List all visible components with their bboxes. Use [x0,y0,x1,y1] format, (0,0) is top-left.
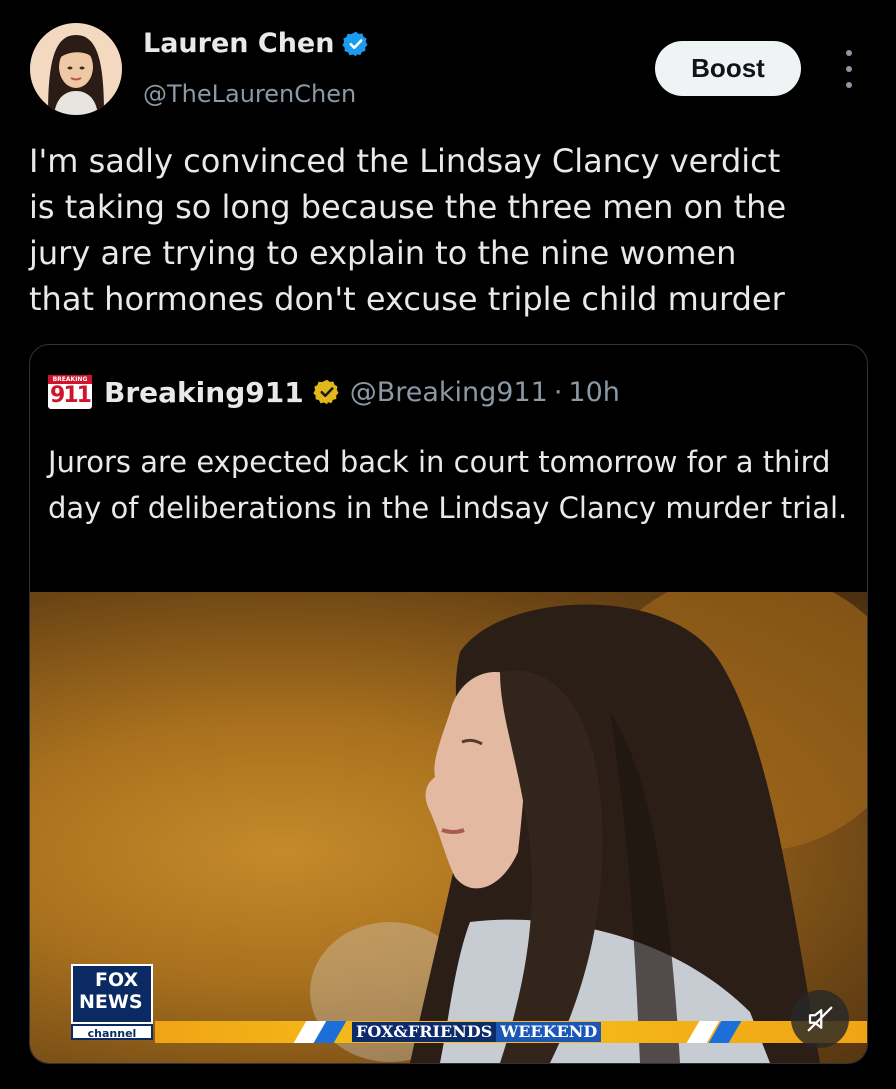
verified-gold-badge-icon [313,378,341,406]
volume-muted-icon[interactable] [791,990,849,1048]
fox-news-logo: FOX NEWS channel [71,964,153,1042]
quoted-tweet-text: Jurors are expected back in court tomorr… [48,445,848,525]
tweet-text: I'm sadly convinced the Lindsay Clancy v… [29,142,787,318]
separator-dot: · [553,376,563,408]
video-frame-image [310,592,867,1063]
lower-third-banner: FOX&FRIENDS WEEKEND [155,1021,867,1043]
fox-logo-line2: NEWS [79,991,143,1013]
author-avatar[interactable] [30,23,122,115]
quoted-author-name[interactable]: Breaking911 [104,376,304,409]
quoted-tweet-card[interactable]: BREAKING 911 Breaking911 @Breaking911 · … [29,344,868,1064]
author-name-row[interactable]: Lauren Chen [143,28,370,59]
boost-button[interactable]: Boost [655,41,801,96]
verified-badge-icon [342,30,370,58]
more-vertical-icon[interactable] [836,50,862,88]
breaking911-logo[interactable]: BREAKING 911 [48,375,92,409]
show-title: FOX&FRIENDS WEEKEND [348,1022,605,1042]
logo-number: 911 [50,383,92,408]
quoted-author-handle[interactable]: @Breaking911 [350,377,548,408]
fox-logo-line1: FOX [95,969,139,991]
quoted-tweet-time[interactable]: 10h [568,377,619,408]
author-name[interactable]: Lauren Chen [143,28,334,59]
quoted-tweet-video[interactable]: FOX NEWS channel FOX&FRIENDS WEEKEND [30,592,867,1063]
quoted-tweet-header: BREAKING 911 Breaking911 @Breaking911 · … [48,375,620,409]
show-title-sub: WEEKEND [496,1022,602,1042]
author-handle[interactable]: @TheLaurenChen [143,80,356,108]
fox-logo-channel: channel [71,1024,153,1040]
show-title-main: FOX&FRIENDS [352,1022,497,1042]
